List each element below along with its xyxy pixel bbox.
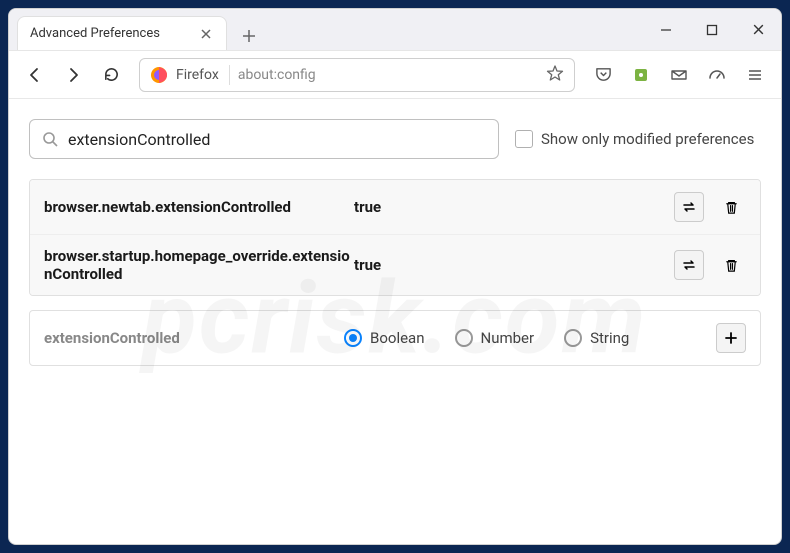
page-content: Show only modified preferences browser.n… — [9, 99, 781, 386]
browser-window: Advanced Preferences Firefox abou — [8, 8, 782, 545]
preference-name: browser.startup.homepage_override.extens… — [44, 247, 354, 283]
add-preference-name: extensionControlled — [44, 329, 344, 347]
titlebar: Advanced Preferences — [9, 9, 781, 51]
menu-button[interactable] — [739, 59, 771, 91]
radio-boolean[interactable]: Boolean — [344, 329, 425, 347]
preference-value: true — [354, 256, 674, 274]
search-row: Show only modified preferences — [29, 119, 761, 159]
tab-title: Advanced Preferences — [30, 26, 198, 41]
radio-number[interactable]: Number — [455, 329, 535, 347]
delete-button[interactable] — [716, 250, 746, 280]
mail-icon[interactable] — [663, 59, 695, 91]
separator — [229, 65, 230, 85]
radio-icon — [455, 329, 473, 347]
radio-label: String — [590, 329, 629, 347]
forward-button[interactable] — [57, 59, 89, 91]
radio-label: Number — [481, 329, 535, 347]
window-controls — [643, 9, 781, 51]
radio-icon — [344, 329, 362, 347]
reload-button[interactable] — [95, 59, 127, 91]
url-bar[interactable]: Firefox about:config — [139, 58, 575, 92]
radio-label: Boolean — [370, 329, 425, 347]
checkbox-label: Show only modified preferences — [541, 130, 754, 148]
browser-tab[interactable]: Advanced Preferences — [17, 16, 227, 50]
preferences-table: browser.newtab.extensionControlled true … — [29, 179, 761, 296]
preference-row[interactable]: browser.newtab.extensionControlled true — [30, 180, 760, 235]
toggle-button[interactable] — [674, 192, 704, 222]
toggle-button[interactable] — [674, 250, 704, 280]
type-radio-group: Boolean Number String — [344, 329, 716, 347]
add-preference-row: extensionControlled Boolean Number Strin… — [30, 311, 760, 365]
radio-icon — [564, 329, 582, 347]
search-input[interactable] — [68, 130, 486, 149]
maximize-button[interactable] — [689, 9, 735, 51]
close-tab-icon[interactable] — [198, 26, 214, 42]
preference-actions — [674, 192, 746, 222]
bookmark-star-icon[interactable] — [546, 64, 564, 86]
nav-toolbar: Firefox about:config — [9, 51, 781, 99]
preference-actions — [674, 250, 746, 280]
add-button[interactable] — [716, 323, 746, 353]
show-modified-checkbox[interactable]: Show only modified preferences — [515, 130, 754, 148]
search-icon — [42, 131, 58, 147]
tabstrip: Advanced Preferences — [9, 9, 643, 50]
minimize-button[interactable] — [643, 9, 689, 51]
dashboard-icon[interactable] — [701, 59, 733, 91]
preference-name: browser.newtab.extensionControlled — [44, 198, 354, 216]
url-identity-label: Firefox — [176, 67, 219, 83]
firefox-logo-icon — [150, 66, 168, 84]
pocket-icon[interactable] — [587, 59, 619, 91]
checkbox-icon — [515, 130, 533, 148]
preference-row[interactable]: browser.startup.homepage_override.extens… — [30, 235, 760, 295]
new-tab-button[interactable] — [235, 22, 263, 50]
delete-button[interactable] — [716, 192, 746, 222]
radio-string[interactable]: String — [564, 329, 629, 347]
back-button[interactable] — [19, 59, 51, 91]
preference-value: true — [354, 198, 674, 216]
url-text: about:config — [238, 67, 538, 83]
preference-search-box[interactable] — [29, 119, 499, 159]
close-window-button[interactable] — [735, 9, 781, 51]
add-preference-table: extensionControlled Boolean Number Strin… — [29, 310, 761, 366]
extension-icon[interactable] — [625, 59, 657, 91]
